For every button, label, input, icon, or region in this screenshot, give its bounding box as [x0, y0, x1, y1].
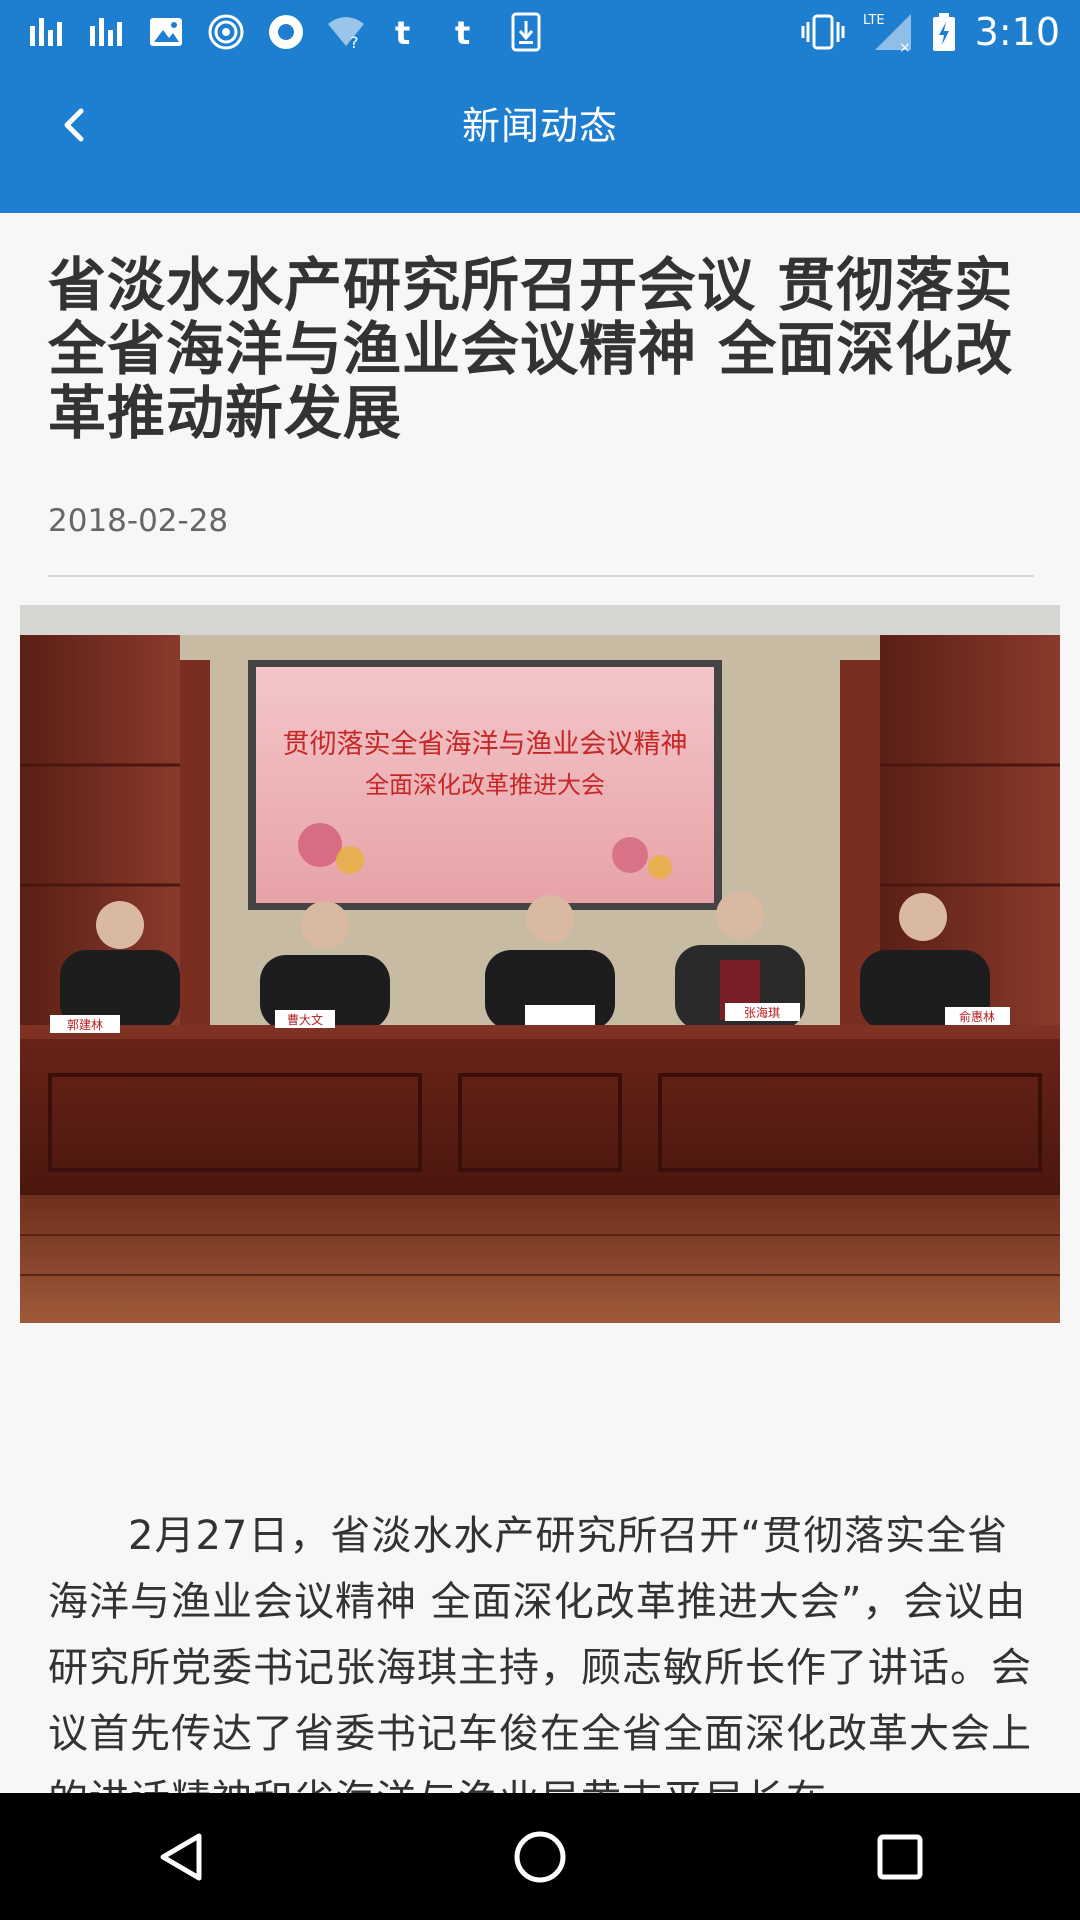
battery-charging-icon	[929, 10, 959, 54]
banner-line-2: 全面深化改革推进大会	[365, 771, 605, 799]
tumblr-icon: t	[444, 10, 488, 54]
swirl-icon	[204, 10, 248, 54]
navigation-bar	[0, 1793, 1080, 1920]
article-title: 省淡水水产研究所召开会议 贯彻落实全省海洋与渔业会议精神 全面深化改革推动新发展	[48, 251, 1014, 447]
nameplate-4: 张海琪	[744, 1005, 780, 1020]
status-bar: ? t t LTE × 3:10	[0, 0, 1080, 63]
clock: 3:10	[974, 10, 1060, 54]
circle-home-icon	[514, 1831, 566, 1882]
svg-text:t: t	[455, 14, 470, 50]
nav-home-button[interactable]	[480, 1807, 600, 1907]
signal-bars-icon	[84, 10, 128, 54]
svg-text:LTE: LTE	[863, 13, 885, 28]
banner-line-1: 贯彻落实全省海洋与渔业会议精神	[283, 729, 688, 760]
nameplate-1: 郭建林	[67, 1018, 103, 1032]
wifi-question-icon: ?	[324, 10, 368, 54]
article-date: 2018-02-28	[48, 503, 229, 539]
svg-text:t: t	[395, 14, 410, 50]
nav-back-button[interactable]	[120, 1807, 240, 1907]
divider	[48, 575, 1034, 577]
page-title: 新闻动态	[461, 104, 618, 148]
signal-bars-icon	[24, 10, 68, 54]
article-body: 2月27日，省淡水水产研究所召开“贯彻落实全省海洋与渔业会议精神 全面深化改革推…	[48, 1513, 1032, 1793]
lte-signal-icon: LTE ×	[861, 10, 913, 54]
nameplate-2: 曹大文	[287, 1012, 323, 1027]
download-icon	[504, 10, 548, 54]
circle-app-icon	[264, 10, 308, 54]
triangle-back-icon	[160, 1833, 202, 1880]
nav-recents-button[interactable]	[840, 1807, 960, 1907]
app-bar: 新闻动态	[0, 63, 1080, 213]
article-content[interactable]: 省淡水水产研究所召开会议 贯彻落实全省海洋与渔业会议精神 全面深化改革推动新发展…	[0, 213, 1080, 1793]
svg-text:×: ×	[899, 40, 911, 54]
square-recents-icon	[877, 1834, 923, 1879]
image-icon	[144, 10, 188, 54]
svg-text:?: ?	[350, 33, 359, 50]
tumblr-icon: t	[384, 10, 428, 54]
nameplate-5: 俞惠林	[959, 1009, 995, 1024]
article-photo[interactable]: 贯彻落实全省海洋与渔业会议精神 全面深化改革推进大会 郭建林 曹大文 张海琪 俞…	[20, 605, 1060, 1323]
vibrate-icon	[801, 10, 845, 54]
